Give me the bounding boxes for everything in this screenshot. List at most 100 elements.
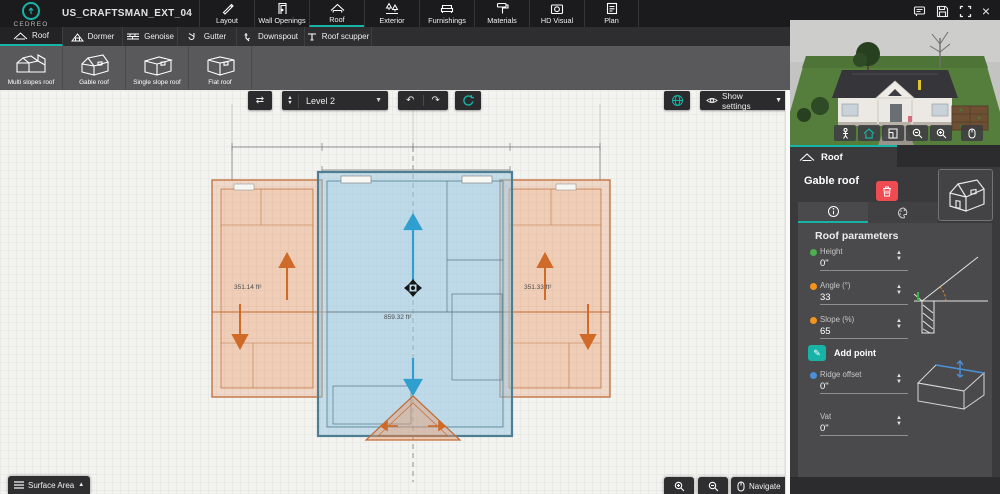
subtab-gutter[interactable]: Gutter xyxy=(178,27,237,46)
list-icon xyxy=(14,481,24,489)
angle-dot xyxy=(810,283,817,290)
right-panel: Roof Gable roof Roof parameters Height 0… xyxy=(790,20,1000,494)
angle-value[interactable]: 33 xyxy=(820,292,831,303)
preview-controls xyxy=(834,125,983,141)
add-point-button[interactable]: ✎ Add point xyxy=(808,344,876,362)
height-dot xyxy=(810,249,817,256)
gable-outline-icon xyxy=(13,31,28,41)
swap-level-button[interactable]: ⇄ xyxy=(248,91,272,110)
guide-lines xyxy=(231,104,601,147)
subtab-dormer[interactable]: Dormer xyxy=(63,27,123,46)
bricks-icon xyxy=(126,32,140,41)
tab-plan[interactable]: Plan xyxy=(584,0,639,27)
downspout-icon xyxy=(243,32,254,42)
vat-stepper[interactable]: ▲ ▼ xyxy=(896,415,902,427)
cedreo-app: CEDREO US_CRAFTSMAN_EXT_04 Layout Wall O… xyxy=(0,0,1000,494)
aerial-view-button[interactable] xyxy=(858,125,880,141)
zoom-in-button[interactable] xyxy=(664,477,694,494)
level-stepper[interactable]: ▲ ▼ xyxy=(282,93,299,108)
slope-label: Slope (%) xyxy=(820,315,855,324)
tab-materials-palette[interactable] xyxy=(868,202,938,223)
tab-layout[interactable]: Layout xyxy=(199,0,254,27)
plan-view-button[interactable] xyxy=(882,125,904,141)
info-icon xyxy=(827,205,840,218)
subtab-roof[interactable]: Roof xyxy=(0,27,63,46)
tab-materials[interactable]: Materials xyxy=(474,0,529,27)
area-label-left: 351.14 ft² xyxy=(234,284,262,291)
mouse-icon xyxy=(737,481,745,492)
cedreo-logo-icon xyxy=(22,2,40,20)
left-roof-plane[interactable] xyxy=(211,179,323,398)
right-roof-plane[interactable] xyxy=(499,179,611,398)
ridge-offset-value[interactable]: 0" xyxy=(820,381,829,392)
zoom-out-icon xyxy=(708,481,719,492)
multi-slopes-roof-button[interactable]: Multi slopes roof xyxy=(0,46,63,90)
roof-icon xyxy=(330,2,345,14)
fullscreen-icon[interactable] xyxy=(959,5,972,18)
tab-hd-visual[interactable]: HD Visual xyxy=(529,0,584,27)
zoom-out-button[interactable] xyxy=(698,477,728,494)
surface-area-button[interactable]: Surface Area ▲ xyxy=(8,476,91,494)
roof-type-thumbnail[interactable] xyxy=(938,169,993,221)
add-point-icon: ✎ xyxy=(808,345,826,361)
subtab-downspout[interactable]: Downspout xyxy=(237,27,305,46)
selection-title: Gable roof xyxy=(804,175,860,187)
panel-tab-roof[interactable]: Roof xyxy=(790,145,897,167)
slope-stepper[interactable]: ▲ ▼ xyxy=(896,318,902,330)
undo-button[interactable]: ↶ xyxy=(398,95,423,106)
ridge-offset-stepper[interactable]: ▲ ▼ xyxy=(896,373,902,385)
preview-zoom-out-button[interactable] xyxy=(906,125,928,141)
recalculate-roof-button[interactable] xyxy=(455,91,481,110)
subtab-genoise[interactable]: Genoise xyxy=(123,27,178,46)
single-slope-roof-button[interactable]: Single slope roof xyxy=(126,46,189,90)
flat-roof-button[interactable]: Flat roof xyxy=(189,46,252,90)
delete-roof-button[interactable] xyxy=(876,181,898,201)
panel-tabs xyxy=(798,202,938,223)
window-buttons: × xyxy=(913,4,990,18)
gable-roof-button[interactable]: Gable roof xyxy=(63,46,126,90)
gutter-icon xyxy=(188,32,200,42)
height-stepper[interactable]: ▲ ▼ xyxy=(896,250,902,262)
sphere-view-button[interactable] xyxy=(664,91,690,110)
tab-furnishings[interactable]: Furnishings xyxy=(419,0,474,27)
zoom-in-icon xyxy=(674,481,685,492)
refresh-icon xyxy=(462,94,475,107)
subtab-roof-scupper[interactable]: Roof scupper xyxy=(305,27,372,46)
redo-button[interactable]: ↷ xyxy=(424,95,449,106)
ridge-offset-diagram xyxy=(916,359,986,410)
roof-sub-nav: Roof Dormer Genoise Gutter Downspout Roo… xyxy=(0,27,790,46)
selected-roof-section[interactable] xyxy=(316,170,514,438)
slope-dot xyxy=(810,317,817,324)
floor-plan-canvas[interactable]: 351.14 ft² 859.32 ft² 351.33 ft² ⇄ ▲ ▼ Le… xyxy=(0,90,797,494)
dormer-icon xyxy=(70,32,84,42)
project-name: US_CRAFTSMAN_EXT_04 xyxy=(62,8,193,19)
feedback-icon[interactable] xyxy=(913,5,926,18)
main-nav: Layout Wall Openings Roof Exterior Furni… xyxy=(199,0,639,27)
level-selector-value: Level 2 xyxy=(306,95,336,106)
pencil-icon xyxy=(221,2,234,15)
gable-roof-icon xyxy=(77,51,111,77)
section-title: Roof parameters xyxy=(815,230,899,242)
close-icon[interactable]: × xyxy=(982,4,990,18)
preview-zoom-in-button[interactable] xyxy=(930,125,952,141)
tab-info[interactable] xyxy=(798,202,868,223)
tab-exterior[interactable]: Exterior xyxy=(364,0,419,27)
tab-wall-openings[interactable]: Wall Openings xyxy=(254,0,309,27)
paint-roller-icon xyxy=(496,2,509,15)
floor-plan-svg: 351.14 ft² 859.32 ft² 351.33 ft² xyxy=(211,104,611,482)
level-selector[interactable]: ▲ ▼ Level 2 ▼ xyxy=(282,91,388,110)
roof-tool-row: Multi slopes roof Gable roof Single slop… xyxy=(0,46,790,128)
save-icon[interactable] xyxy=(936,5,949,18)
height-value[interactable]: 0" xyxy=(820,258,829,269)
walk-view-button[interactable] xyxy=(834,125,856,141)
cedreo-logo[interactable]: CEDREO xyxy=(6,1,56,28)
vat-value[interactable]: 0" xyxy=(820,423,829,434)
ridge-offset-dot xyxy=(810,372,817,379)
slope-value[interactable]: 65 xyxy=(820,326,831,337)
chevron-down-icon: ▼ xyxy=(375,97,382,104)
show-settings-dropdown[interactable]: Show settings ▼ xyxy=(700,91,788,111)
orbit-mouse-button[interactable] xyxy=(961,125,983,141)
angle-stepper[interactable]: ▲ ▼ xyxy=(896,284,902,296)
tab-roof[interactable]: Roof xyxy=(309,0,364,27)
eye-icon xyxy=(706,96,718,105)
